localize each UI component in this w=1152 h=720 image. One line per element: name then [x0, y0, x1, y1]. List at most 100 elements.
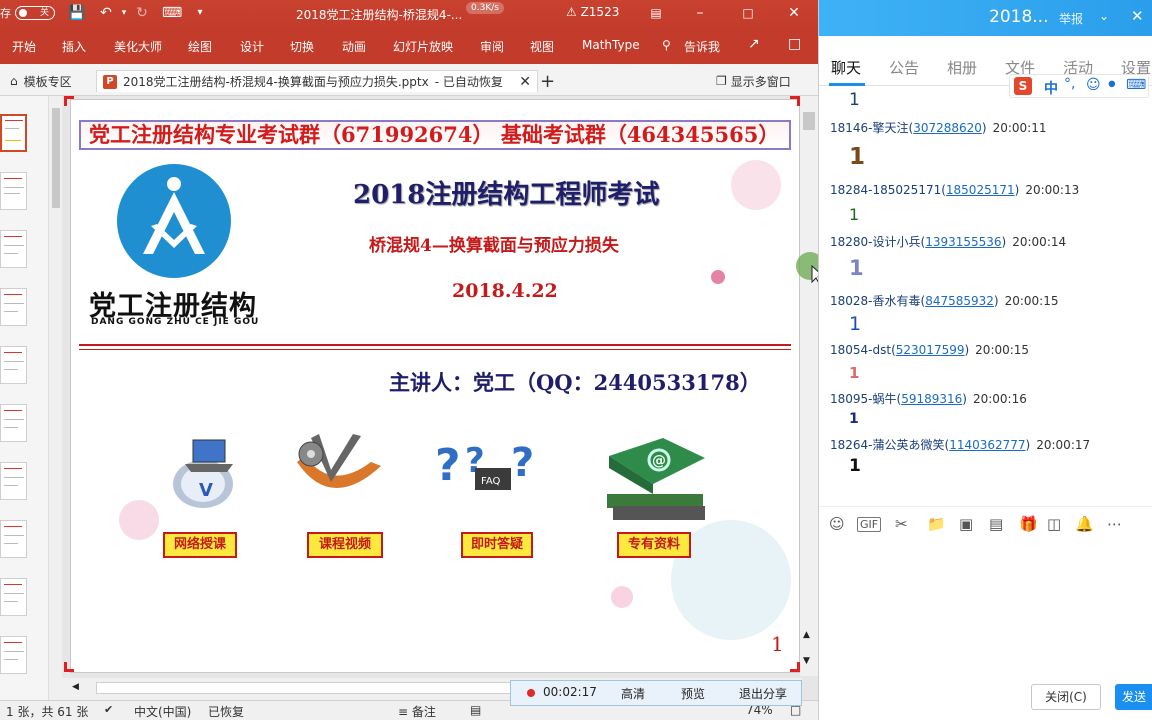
normal-view-icon[interactable]: ▤: [470, 703, 481, 717]
slide-page-number: 1: [771, 632, 784, 656]
homework-icon[interactable]: ◫: [1047, 515, 1061, 533]
close-chat-button[interactable]: 关闭(C): [1031, 684, 1101, 710]
sender-qq-link[interactable]: 1140362777: [949, 438, 1025, 452]
chat-message-list[interactable]: 1 18146-擎天注(307288620) 20:00:11 1 18284-1…: [819, 88, 1152, 498]
send-button[interactable]: 发送: [1115, 684, 1152, 710]
close-tab-icon[interactable]: ✕: [519, 74, 531, 90]
account-warning[interactable]: ⚠ Z1523: [566, 5, 619, 19]
autosave-pill[interactable]: 关: [15, 6, 55, 20]
share-icon[interactable]: ↗: [748, 36, 760, 52]
slide-thumbnail[interactable]: [0, 462, 27, 500]
minimize-button[interactable]: –: [690, 4, 710, 22]
image-icon[interactable]: ▣: [959, 515, 973, 533]
tab-template-zone[interactable]: ⌂ 模板专区: [10, 70, 72, 92]
gift-icon[interactable]: 🎁: [1019, 515, 1038, 533]
undo-icon[interactable]: ↶: [98, 5, 114, 21]
slide-thumbnail[interactable]: [0, 520, 27, 558]
ribbon-tab-insert[interactable]: 插入: [62, 38, 86, 55]
video-icon[interactable]: ▤: [989, 515, 1003, 533]
bell-icon[interactable]: 🔔: [1075, 515, 1094, 533]
slideshow-start-icon[interactable]: ⌨: [162, 5, 182, 21]
scroll-left-icon[interactable]: ◀: [72, 682, 79, 692]
more-options-icon[interactable]: ⋯: [1107, 515, 1122, 533]
maximize-button[interactable]: □: [738, 4, 758, 22]
slide-count: 1 张，共 61 张: [6, 705, 89, 719]
thumbnails-scrollbar[interactable]: [48, 96, 62, 700]
slide-thumbnail[interactable]: [0, 346, 27, 384]
thumbnails-scroll-thumb[interactable]: [52, 108, 60, 208]
ribbon-tab-design[interactable]: 设计: [240, 38, 264, 55]
folder-icon[interactable]: 📁: [927, 515, 946, 533]
undo-dropdown-icon[interactable]: ▾: [116, 5, 132, 21]
save-icon[interactable]: 💾: [68, 5, 85, 21]
sender-qq-link[interactable]: 307288620: [913, 121, 982, 135]
message-time: 20:00:15: [975, 343, 1030, 357]
message-text: 1: [849, 256, 864, 280]
quality-button[interactable]: 高清: [621, 685, 645, 702]
slide-thumbnail[interactable]: [0, 636, 27, 674]
notes-button[interactable]: ≡ 备注: [398, 703, 436, 720]
tell-me-search-icon[interactable]: ⚲: [662, 38, 671, 52]
svg-text:?: ?: [435, 440, 461, 491]
prev-slide-icon[interactable]: ▲: [803, 630, 810, 640]
ink-splash: [119, 500, 159, 540]
sender-qq-link[interactable]: 1393155536: [925, 235, 1001, 249]
close-icon[interactable]: ✕: [1131, 7, 1144, 25]
message-text: 1: [849, 364, 860, 382]
tab-active-document[interactable]: P 2018党工注册结构-桥混规4-换算截面与预应力损失.pptx - 已自动恢…: [96, 70, 538, 92]
presenter-info: 主讲人：党工（QQ：2440533178）: [389, 370, 761, 395]
ribbon-tab-transitions[interactable]: 切换: [290, 38, 314, 55]
emoji-icon[interactable]: ☺: [829, 515, 845, 533]
ribbon-tab-draw[interactable]: 绘图: [188, 38, 212, 55]
slide-thumbnail[interactable]: [0, 230, 27, 268]
ribbon-tab-review[interactable]: 审阅: [480, 38, 504, 55]
slide-thumbnail[interactable]: [0, 172, 27, 210]
sender-qq-link[interactable]: 847585932: [925, 294, 994, 308]
qq-chat-window: 2018... 举报 ⌄ ✕ 聊天 公告 相册 文件 活动 设置 S 中 °, …: [818, 0, 1152, 720]
ribbon-tab-beautify[interactable]: 美化大师: [114, 38, 162, 55]
selection-corner: [64, 662, 74, 672]
message-time: 20:00:16: [972, 392, 1027, 406]
slide-thumbnail[interactable]: [0, 578, 27, 616]
tab-chat[interactable]: 聊天: [831, 57, 861, 78]
preview-button[interactable]: 预览: [681, 685, 705, 702]
report-button[interactable]: 举报: [1059, 10, 1083, 27]
slide-subtitle: 桥混规4—换算截面与预应力损失: [369, 236, 619, 256]
chevron-down-icon[interactable]: ⌄: [1099, 9, 1109, 23]
sender-qq-link[interactable]: 185025171: [946, 183, 1015, 197]
tab-album[interactable]: 相册: [947, 57, 977, 78]
autosave-toggle[interactable]: 存 关: [0, 5, 55, 21]
multi-window-button[interactable]: ❐ 显示多窗口: [716, 70, 791, 92]
sender-qq-link[interactable]: 59189316: [901, 392, 962, 406]
redo-icon[interactable]: ↻: [134, 5, 150, 21]
vertical-scroll-thumb[interactable]: [803, 112, 815, 130]
active-document-status: - 已自动恢复: [434, 75, 503, 89]
ribbon-tab-home[interactable]: 开始: [12, 38, 36, 55]
slide-thumbnail[interactable]: [0, 404, 27, 442]
new-tab-icon[interactable]: +: [540, 70, 555, 92]
tell-me-label[interactable]: 告诉我: [684, 38, 720, 55]
logo-pinyin: DANG GONG ZHU CE JIE GOU: [91, 317, 260, 327]
next-slide-icon[interactable]: ▼: [803, 656, 810, 666]
language-indicator[interactable]: 中文(中国): [134, 703, 191, 720]
spellcheck-icon[interactable]: ✔: [104, 703, 113, 716]
ribbon-display-icon[interactable]: ▤: [646, 4, 666, 22]
comments-icon[interactable]: □: [788, 36, 801, 52]
ribbon-tab-mathtype[interactable]: MathType: [582, 38, 640, 52]
gif-icon[interactable]: GIF: [857, 517, 882, 532]
ribbon-tab-view[interactable]: 视图: [530, 38, 554, 55]
slide-thumbnail[interactable]: [0, 114, 27, 152]
current-slide[interactable]: 党工注册结构专业考试群（671992674） 基础考试群（464345565） …: [70, 99, 800, 673]
exit-share-button[interactable]: 退出分享: [739, 685, 787, 702]
ribbon-tab-slideshow[interactable]: 幻灯片放映: [393, 38, 453, 55]
message-text: 1: [849, 411, 859, 427]
slide-vertical-scrollbar[interactable]: ▲ ▼: [800, 96, 818, 676]
tab-announcement[interactable]: 公告: [889, 57, 919, 78]
message-text: 1: [849, 313, 862, 335]
customize-toolbar-icon[interactable]: ▾: [192, 5, 208, 21]
sender-qq-link[interactable]: 523017599: [896, 343, 965, 357]
slide-thumbnail[interactable]: [0, 288, 27, 326]
close-window-button[interactable]: ✕: [784, 4, 804, 22]
ribbon-tab-animations[interactable]: 动画: [342, 38, 366, 55]
screenshot-scissors-icon[interactable]: ✂: [895, 515, 908, 533]
